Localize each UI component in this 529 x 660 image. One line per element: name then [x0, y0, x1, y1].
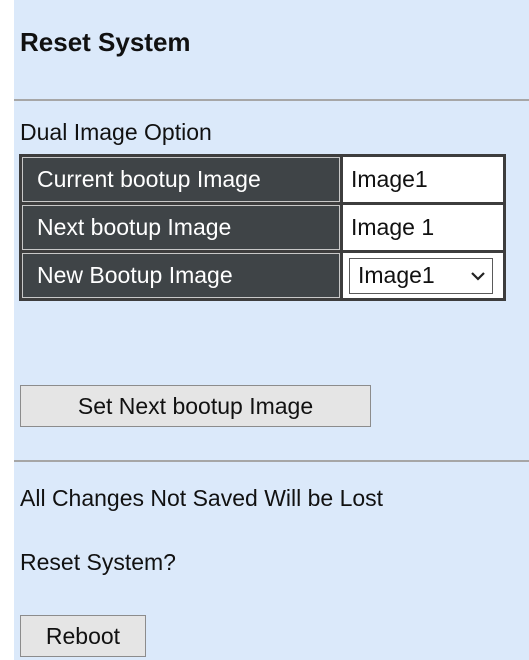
table-row-next-bootup: Next bootup Image Image 1: [22, 205, 503, 250]
reset-system-page: Reset System Dual Image Option Current b…: [14, 0, 529, 660]
reset-system-prompt: Reset System?: [20, 549, 176, 575]
new-bootup-image-select[interactable]: Image1: [349, 257, 493, 294]
section-divider: [14, 99, 529, 101]
dual-image-section-label: Dual Image Option: [20, 119, 212, 145]
page-title: Reset System: [20, 27, 191, 57]
table-row-current-bootup: Current bootup Image Image1: [22, 157, 503, 202]
table-row-new-bootup: New Bootup Image Image1: [22, 253, 503, 298]
next-bootup-label: Next bootup Image: [22, 205, 340, 250]
new-bootup-label: New Bootup Image: [22, 253, 340, 298]
new-bootup-selected-value: Image1: [358, 262, 435, 288]
section-divider: [14, 460, 529, 462]
new-bootup-cell: Image1: [343, 253, 503, 298]
current-bootup-value: Image1: [343, 157, 503, 202]
set-next-bootup-image-button[interactable]: Set Next bootup Image: [20, 385, 371, 427]
current-bootup-label: Current bootup Image: [22, 157, 340, 202]
dual-image-table: Current bootup Image Image1 Next bootup …: [19, 154, 506, 301]
unsaved-changes-warning: All Changes Not Saved Will be Lost: [20, 485, 384, 511]
chevron-down-icon: [471, 271, 485, 281]
reboot-button[interactable]: Reboot: [20, 615, 146, 657]
next-bootup-value: Image 1: [343, 205, 503, 250]
